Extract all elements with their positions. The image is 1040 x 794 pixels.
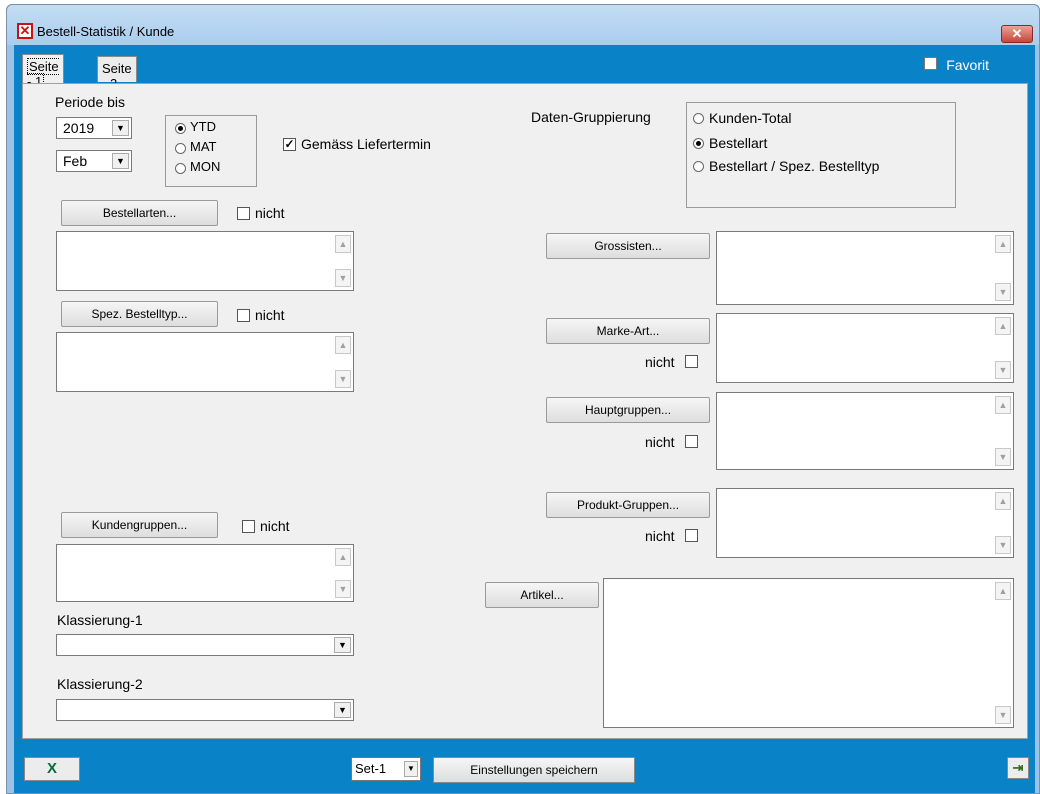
liefertermin-checkbox[interactable]: ✓	[283, 138, 296, 151]
liefertermin-label: Gemäss Liefertermin	[301, 136, 431, 152]
window-title: Bestell-Statistik / Kunde	[37, 24, 175, 39]
chevron-down-icon[interactable]: ▼	[112, 153, 129, 169]
scroll-down-icon[interactable]: ▼	[995, 448, 1011, 466]
gruppierung-group: Kunden-Total Bestellart Bestellart / Spe…	[686, 102, 956, 208]
scroll-up-icon[interactable]: ▲	[335, 336, 351, 354]
chevron-down-icon[interactable]: ▼	[334, 637, 351, 653]
client-area: Seite - 1 Seite - 2 Favorit Periode bis …	[14, 45, 1035, 793]
tab-seite-1[interactable]: Seite - 1	[22, 54, 64, 90]
radio-ytd[interactable]	[175, 123, 186, 134]
chevron-down-icon[interactable]: ▼	[404, 761, 418, 777]
tab-seite-2[interactable]: Seite - 2	[97, 56, 137, 91]
radio-mat-label: MAT	[190, 139, 217, 154]
radio-bestellart-spez-label: Bestellart / Spez. Bestelltyp	[709, 158, 880, 174]
klassierung-2-select[interactable]: ▼	[56, 699, 354, 721]
hauptgruppen-nicht-label: nicht	[645, 434, 675, 450]
spez-bestelltyp-list[interactable]: ▲ ▼	[56, 332, 354, 392]
chevron-down-icon[interactable]: ▼	[112, 120, 129, 136]
klassierung-1-label: Klassierung-1	[57, 612, 143, 628]
marke-art-nicht-checkbox[interactable]	[685, 355, 698, 368]
kundengruppen-nicht-label: nicht	[260, 518, 290, 534]
scroll-down-icon[interactable]: ▼	[995, 361, 1011, 379]
app-icon: ✕	[17, 23, 33, 39]
scroll-down-icon[interactable]: ▼	[335, 580, 351, 598]
radio-mon-label: MON	[190, 159, 221, 174]
title-bar: ✕ Bestell-Statistik / Kunde ✕	[7, 5, 1039, 45]
bestellarten-list[interactable]: ▲ ▼	[56, 231, 354, 291]
scroll-down-icon[interactable]: ▼	[335, 269, 351, 287]
month-select[interactable]: Feb ▼	[56, 150, 132, 172]
hauptgruppen-nicht-checkbox[interactable]	[685, 435, 698, 448]
klassierung-1-select[interactable]: ▼	[56, 634, 354, 656]
radio-kunden-total[interactable]	[693, 113, 704, 124]
artikel-list[interactable]: ▲ ▼	[603, 578, 1014, 728]
marke-art-button[interactable]: Marke-Art...	[546, 318, 710, 344]
artikel-button[interactable]: Artikel...	[485, 582, 599, 608]
bottom-bar: X Set-1 ▼ Einstellungen speichern ⇥	[14, 743, 1035, 789]
radio-bestellart[interactable]	[693, 138, 704, 149]
excel-icon: X	[46, 760, 57, 777]
periode-label: Periode bis	[55, 94, 126, 110]
radio-bestellart-spez[interactable]	[693, 161, 704, 172]
radio-ytd-label: YTD	[190, 119, 216, 134]
spez-bestelltyp-nicht-label: nicht	[255, 307, 285, 323]
scroll-up-icon[interactable]: ▲	[335, 235, 351, 253]
scroll-up-icon[interactable]: ▲	[995, 582, 1011, 600]
hauptgruppen-list[interactable]: ▲ ▼	[716, 392, 1014, 470]
favorit-label: Favorit	[946, 57, 989, 73]
bestellarten-nicht-label: nicht	[255, 205, 285, 221]
scroll-down-icon[interactable]: ▼	[995, 706, 1011, 724]
chevron-down-icon[interactable]: ▼	[334, 702, 351, 718]
produkt-gruppen-button[interactable]: Produkt-Gruppen...	[546, 492, 710, 518]
grossisten-list[interactable]: ▲ ▼	[716, 231, 1014, 305]
year-select[interactable]: 2019 ▼	[56, 117, 132, 139]
radio-mat[interactable]	[175, 143, 186, 154]
scroll-up-icon[interactable]: ▲	[995, 317, 1011, 335]
spez-bestelltyp-button[interactable]: Spez. Bestelltyp...	[61, 301, 218, 327]
radio-bestellart-label: Bestellart	[709, 135, 768, 151]
scroll-up-icon[interactable]: ▲	[995, 396, 1011, 414]
bestellarten-nicht-checkbox[interactable]	[237, 207, 250, 220]
scroll-down-icon[interactable]: ▼	[995, 536, 1011, 554]
year-value: 2019	[63, 120, 95, 136]
exit-button[interactable]: ⇥	[1007, 757, 1029, 779]
set-select[interactable]: Set-1 ▼	[351, 757, 421, 781]
periode-type-group: YTD MAT MON	[165, 115, 257, 187]
scroll-up-icon[interactable]: ▲	[995, 235, 1011, 253]
excel-export-button[interactable]: X	[24, 757, 80, 781]
hauptgruppen-button[interactable]: Hauptgruppen...	[546, 397, 710, 423]
save-settings-button[interactable]: Einstellungen speichern	[433, 757, 635, 783]
grossisten-button[interactable]: Grossisten...	[546, 233, 710, 259]
spez-bestelltyp-nicht-checkbox[interactable]	[237, 309, 250, 322]
tab-panel-seite-1: Periode bis 2019 ▼ Feb ▼ YTD MAT MON ✓ G…	[22, 83, 1028, 739]
kundengruppen-button[interactable]: Kundengruppen...	[61, 512, 218, 538]
kundengruppen-nicht-checkbox[interactable]	[242, 520, 255, 533]
produkt-gruppen-nicht-checkbox[interactable]	[685, 529, 698, 542]
scroll-down-icon[interactable]: ▼	[995, 283, 1011, 301]
marke-art-nicht-label: nicht	[645, 354, 675, 370]
close-button[interactable]: ✕	[1001, 25, 1033, 43]
favorit-checkbox[interactable]	[924, 57, 937, 70]
kundengruppen-list[interactable]: ▲ ▼	[56, 544, 354, 602]
scroll-down-icon[interactable]: ▼	[335, 370, 351, 388]
set-value: Set-1	[355, 761, 387, 776]
radio-mon[interactable]	[175, 163, 186, 174]
bestellarten-button[interactable]: Bestellarten...	[61, 200, 218, 226]
application-window: ✕ Bestell-Statistik / Kunde ✕ Seite - 1 …	[6, 4, 1040, 794]
produkt-gruppen-list[interactable]: ▲ ▼	[716, 488, 1014, 558]
radio-kunden-total-label: Kunden-Total	[709, 110, 792, 126]
scroll-up-icon[interactable]: ▲	[995, 492, 1011, 510]
month-value: Feb	[63, 153, 88, 169]
marke-art-list[interactable]: ▲ ▼	[716, 313, 1014, 383]
gruppierung-label: Daten-Gruppierung	[531, 109, 651, 125]
produkt-gruppen-nicht-label: nicht	[645, 528, 675, 544]
klassierung-2-label: Klassierung-2	[57, 676, 143, 692]
exit-door-icon: ⇥	[1012, 760, 1024, 775]
scroll-up-icon[interactable]: ▲	[335, 548, 351, 566]
